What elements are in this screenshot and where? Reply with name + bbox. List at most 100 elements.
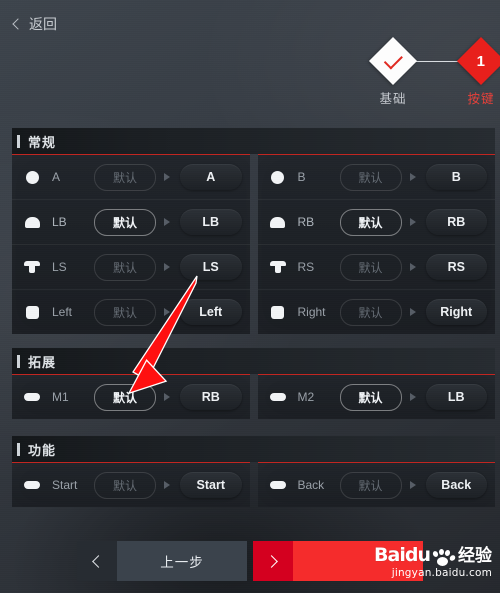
section-function-title: 功能 (28, 442, 57, 458)
row-label: LB (52, 215, 67, 229)
triangle-right-icon (402, 263, 424, 271)
mapping-row-right[interactable]: Right 默认 Right (258, 290, 496, 334)
dpad-icon (22, 305, 42, 319)
mapped-value-button[interactable]: Start (180, 472, 242, 498)
default-toggle[interactable]: 默认 (339, 253, 402, 281)
step-basic[interactable]: 基础 (353, 36, 433, 107)
circle-button-icon (268, 170, 288, 184)
mapped-value-button[interactable]: RB (180, 384, 242, 410)
general-right-panel: B 默认 B RB 默认 RB RS 默认 RS Right 默认 Right (257, 154, 496, 334)
section-function: 功能 Start 默认 Start Back 默认 Back (12, 436, 495, 507)
step-number: 1 (476, 52, 486, 70)
step-basic-label: 基础 (379, 92, 407, 106)
triangle-right-icon (402, 173, 424, 181)
mapped-value-button[interactable]: Back (425, 472, 487, 498)
extension-left-panel: M1 默认 RB (12, 374, 250, 419)
triangle-right-icon (156, 173, 178, 181)
default-toggle[interactable]: 默认 (94, 471, 156, 499)
pill-button-icon (22, 481, 42, 489)
dpad-icon (268, 305, 288, 319)
check-icon (383, 50, 403, 70)
row-label: RB (297, 215, 315, 229)
row-label: Left (52, 305, 73, 319)
mapping-row-ls[interactable]: LS 默认 LS (12, 245, 250, 290)
mapping-row-m2[interactable]: M2 默认 LB (258, 375, 496, 419)
mapping-row-back[interactable]: Back 默认 Back (258, 463, 496, 507)
row-label: Right (297, 305, 326, 319)
mapping-row-a[interactable]: A 默认 A (12, 155, 250, 200)
mapped-value-button[interactable]: Right (425, 299, 487, 325)
mapped-value-button[interactable]: Left (180, 299, 242, 325)
step-buttons-label: 按键 (467, 92, 495, 106)
mapping-row-lb[interactable]: LB 默认 LB (12, 200, 250, 245)
default-toggle[interactable]: 默认 (94, 163, 156, 191)
default-toggle[interactable]: 默认 (94, 383, 156, 411)
stick-icon (268, 261, 288, 273)
section-function-header: 功能 (12, 436, 495, 462)
row-label: B (297, 170, 306, 184)
default-toggle[interactable]: 默认 (339, 163, 402, 191)
row-label: M1 (52, 390, 69, 404)
function-right-panel: Back 默认 Back (257, 462, 496, 507)
previous-step-button[interactable]: 上一步 (77, 541, 247, 581)
mapped-value-button[interactable]: RS (425, 254, 487, 280)
section-marker (17, 134, 20, 148)
mapped-value-button[interactable]: B (425, 164, 487, 190)
section-general: 常规 A 默认 A LB 默认 LB LS 默认 LS Left 默认 Left… (12, 128, 495, 334)
row-label: A (52, 170, 61, 184)
chevron-right-icon (253, 541, 293, 581)
section-marker (17, 354, 20, 368)
mapping-row-rb[interactable]: RB 默认 RB (257, 200, 495, 245)
triangle-right-icon (156, 218, 178, 226)
triangle-right-icon (156, 308, 178, 316)
mapping-row-rs[interactable]: RS 默认 RS (257, 245, 495, 290)
wizard-footer: 上一步 (0, 541, 500, 581)
back-button[interactable]: 返回 (12, 14, 57, 34)
extension-right-panel: M2 默认 LB (257, 374, 496, 419)
mapping-row-left[interactable]: Left 默认 Left (12, 290, 250, 334)
chevron-left-icon (77, 541, 117, 581)
default-toggle[interactable]: 默认 (94, 208, 156, 236)
stick-icon (22, 261, 42, 273)
default-toggle[interactable]: 默认 (339, 298, 402, 326)
triangle-right-icon (156, 263, 178, 271)
mapped-value-button[interactable]: LB (180, 209, 242, 235)
mapping-row-b[interactable]: B 默认 B (257, 155, 495, 200)
function-left-panel: Start 默认 Start (12, 462, 250, 507)
bumper-icon (268, 216, 288, 228)
triangle-right-icon (156, 393, 178, 401)
next-step-button[interactable] (253, 541, 423, 581)
section-marker (17, 442, 20, 456)
mapping-row-start[interactable]: Start 默认 Start (12, 463, 250, 507)
triangle-right-icon (402, 393, 424, 401)
row-label: LS (52, 260, 67, 274)
setup-wizard-screen: 返回 基础 1 按键 常规 A 默认 A LB 默认 LB LS 默认 LS L… (0, 0, 500, 593)
triangle-right-icon (402, 481, 424, 489)
back-label: 返回 (29, 16, 57, 32)
section-general-title: 常规 (28, 134, 57, 150)
pill-button-icon (268, 393, 288, 401)
step-buttons-diamond: 1 (456, 36, 500, 86)
default-toggle[interactable]: 默认 (94, 298, 156, 326)
row-label: RS (297, 260, 315, 274)
mapping-row-m1[interactable]: M1 默认 RB (12, 375, 250, 419)
triangle-right-icon (402, 308, 424, 316)
section-general-header: 常规 (12, 128, 495, 154)
mapped-value-button[interactable]: LB (425, 384, 487, 410)
mapped-value-button[interactable]: A (180, 164, 242, 190)
bumper-icon (22, 216, 42, 228)
step-indicator: 基础 1 按键 (0, 36, 500, 122)
mapped-value-button[interactable]: LS (180, 254, 242, 280)
row-label: M2 (297, 390, 315, 404)
default-toggle[interactable]: 默认 (339, 383, 402, 411)
general-left-panel: A 默认 A LB 默认 LB LS 默认 LS Left 默认 Left (12, 154, 250, 334)
pill-button-icon (22, 393, 42, 401)
mapped-value-button[interactable]: RB (425, 209, 487, 235)
step-buttons[interactable]: 1 按键 (441, 36, 500, 107)
default-toggle[interactable]: 默认 (339, 208, 402, 236)
pill-button-icon (268, 481, 288, 489)
row-label: Back (297, 478, 325, 492)
circle-button-icon (22, 170, 42, 184)
default-toggle[interactable]: 默认 (94, 253, 156, 281)
default-toggle[interactable]: 默认 (339, 471, 402, 499)
